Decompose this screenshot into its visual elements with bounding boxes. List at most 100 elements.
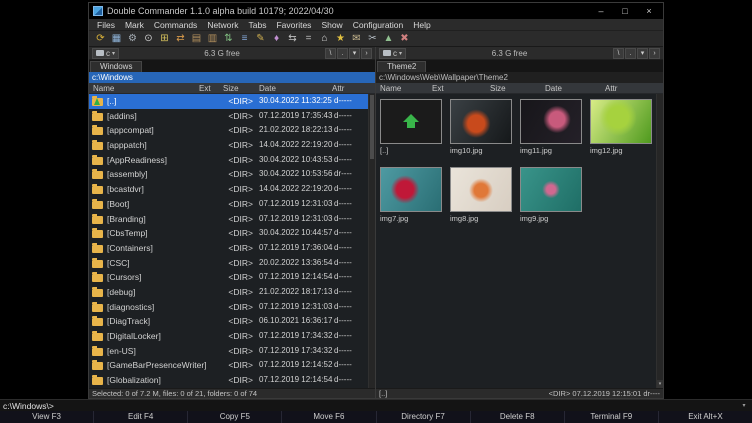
thumb-cell[interactable]: img9.jpg — [520, 167, 582, 223]
thumb-cell[interactable]: [..] — [380, 99, 442, 155]
right-drive-dropdown-button[interactable]: ▾ — [637, 48, 648, 59]
right-scrollbar[interactable]: ▾ — [656, 94, 663, 388]
thumb-cell[interactable]: img12.jpg — [590, 99, 652, 155]
copy-icon[interactable]: ⊞ — [157, 31, 172, 46]
file-row[interactable]: [Boot]<DIR>07.12.2019 12:31:03d----- — [89, 197, 375, 212]
run-terminal-icon[interactable]: ▦ — [109, 31, 124, 46]
image-thumbnail[interactable] — [450, 99, 512, 144]
fn-button-edit[interactable]: Edit F4 — [93, 411, 187, 423]
unpack-icon[interactable]: ▥ — [205, 31, 220, 46]
fn-button-view[interactable]: View F3 — [0, 411, 93, 423]
menu-item-files[interactable]: Files — [92, 19, 120, 31]
column-header-name[interactable]: Name — [380, 83, 401, 94]
file-row[interactable]: [DigitalLocker]<DIR>07.12.2019 17:34:32d… — [89, 329, 375, 344]
left-scrollbar-thumb[interactable] — [370, 95, 374, 159]
exit-icon[interactable]: ✖ — [397, 31, 412, 46]
thumb-cell[interactable]: img8.jpg — [450, 167, 512, 223]
home-icon[interactable]: ⌂ — [317, 31, 332, 46]
favorites-icon[interactable]: ★ — [333, 31, 348, 46]
file-row[interactable]: [addins]<DIR>07.12.2019 17:35:43d----- — [89, 109, 375, 124]
scroll-down-icon[interactable]: ▾ — [657, 380, 663, 388]
right-drive-combo[interactable]: c ▾ — [379, 48, 406, 59]
left-parent-dir-button[interactable]: . — [337, 48, 348, 59]
command-history-dropdown-icon[interactable]: ▾ — [739, 402, 749, 409]
left-scrollbar[interactable] — [368, 94, 375, 388]
left-drive-combo[interactable]: c ▾ — [92, 48, 119, 59]
column-header-attr[interactable]: Attr — [605, 83, 617, 94]
image-thumbnail[interactable] — [520, 99, 582, 144]
menu-item-network[interactable]: Network — [202, 19, 243, 31]
equal-panels-icon[interactable]: = — [301, 31, 316, 46]
fn-button-move[interactable]: Move F6 — [281, 411, 375, 423]
file-row[interactable]: [GameBarPresenceWriter]<DIR>07.12.2019 1… — [89, 358, 375, 373]
fn-button-delete[interactable]: Delete F8 — [470, 411, 564, 423]
thumb-cell[interactable]: img7.jpg — [380, 167, 442, 223]
menu-item-tabs[interactable]: Tabs — [244, 19, 272, 31]
menu-item-help[interactable]: Help — [408, 19, 435, 31]
cut-icon[interactable]: ✂ — [365, 31, 380, 46]
thumb-cell[interactable]: img10.jpg — [450, 99, 512, 155]
fn-button-copy[interactable]: Copy F5 — [187, 411, 281, 423]
search-icon[interactable]: ⊙ — [141, 31, 156, 46]
file-row[interactable]: [assembly]<DIR>30.04.2022 10:53:56dr---- — [89, 167, 375, 182]
image-thumbnail[interactable] — [380, 167, 442, 212]
file-row[interactable]: [CSC]<DIR>20.02.2022 13:36:54d----- — [89, 256, 375, 271]
column-header-name[interactable]: Name — [93, 83, 114, 94]
column-header-date[interactable]: Date — [545, 83, 562, 94]
minimize-button[interactable]: – — [591, 3, 611, 19]
right-history-button[interactable]: › — [649, 48, 660, 59]
file-row[interactable]: [CbsTemp]<DIR>30.04.2022 10:44:57d----- — [89, 226, 375, 241]
pack-icon[interactable]: ▤ — [189, 31, 204, 46]
move-icon[interactable]: ⇄ — [173, 31, 188, 46]
file-row[interactable]: [Containers]<DIR>07.12.2019 17:36:04d---… — [89, 241, 375, 256]
file-row[interactable]: [DiagTrack]<DIR>06.10.2021 16:36:17d----… — [89, 314, 375, 329]
image-thumbnail[interactable] — [590, 99, 652, 144]
image-thumbnail[interactable] — [450, 167, 512, 212]
left-drive-dropdown-button[interactable]: ▾ — [349, 48, 360, 59]
sync-dirs-icon[interactable]: ⇅ — [221, 31, 236, 46]
mail-icon[interactable]: ✉ — [349, 31, 364, 46]
menu-item-mark[interactable]: Mark — [120, 19, 149, 31]
menu-item-configuration[interactable]: Configuration — [348, 19, 409, 31]
column-header-ext[interactable]: Ext — [199, 83, 211, 94]
options-icon[interactable]: ⚙ — [125, 31, 140, 46]
file-row[interactable]: [..]<DIR>30.04.2022 11:32:25d----- — [89, 94, 375, 109]
right-root-dir-button[interactable]: \ — [613, 48, 624, 59]
maximize-button[interactable]: □ — [615, 3, 635, 19]
file-row[interactable]: [AppReadiness]<DIR>30.04.2022 10:43:53d-… — [89, 153, 375, 168]
left-history-button[interactable]: › — [361, 48, 372, 59]
right-path-bar[interactable]: c:\Windows\Web\Wallpaper\Theme2 — [376, 72, 663, 83]
command-line[interactable]: c:\Windows\> ▾ — [0, 399, 752, 411]
title-bar[interactable]: Double Commander 1.1.0 alpha build 10179… — [89, 3, 663, 19]
file-row[interactable]: [apppatch]<DIR>14.04.2022 22:19:20d----- — [89, 138, 375, 153]
column-header-date[interactable]: Date — [259, 83, 276, 94]
swap-panels-icon[interactable]: ⇆ — [285, 31, 300, 46]
menu-item-show[interactable]: Show — [316, 19, 347, 31]
file-row[interactable]: [debug]<DIR>21.02.2022 18:17:13d----- — [89, 285, 375, 300]
multi-rename-icon[interactable]: ✎ — [253, 31, 268, 46]
parent-dir-icon[interactable]: ▲ — [381, 31, 396, 46]
file-row[interactable]: [appcompat]<DIR>21.02.2022 18:22:13d----… — [89, 123, 375, 138]
fn-button-exit[interactable]: Exit Alt+X — [658, 411, 752, 423]
file-row[interactable]: [Branding]<DIR>07.12.2019 12:31:03d----- — [89, 212, 375, 227]
thumb-cell[interactable]: img11.jpg — [520, 99, 582, 155]
menu-item-commands[interactable]: Commands — [149, 19, 202, 31]
fn-button-terminal[interactable]: Terminal F9 — [564, 411, 658, 423]
refresh-icon[interactable]: ⟳ — [93, 31, 108, 46]
column-header-size[interactable]: Size — [490, 83, 506, 94]
tab-windows[interactable]: Windows — [90, 61, 142, 72]
close-button[interactable]: × — [639, 3, 659, 19]
file-row[interactable]: [Cursors]<DIR>07.12.2019 12:14:54d----- — [89, 270, 375, 285]
image-thumbnail[interactable] — [520, 167, 582, 212]
file-row[interactable]: [Globalization]<DIR>07.12.2019 12:14:54d… — [89, 373, 375, 388]
file-row[interactable]: [diagnostics]<DIR>07.12.2019 12:31:03d--… — [89, 300, 375, 315]
menu-item-favorites[interactable]: Favorites — [271, 19, 316, 31]
left-path-bar[interactable]: c:\Windows — [89, 72, 375, 83]
tab-theme2[interactable]: Theme2 — [377, 61, 426, 72]
properties-icon[interactable]: ♦ — [269, 31, 284, 46]
column-header-ext[interactable]: Ext — [432, 83, 444, 94]
right-parent-dir-button[interactable]: . — [625, 48, 636, 59]
left-root-dir-button[interactable]: \ — [325, 48, 336, 59]
column-header-size[interactable]: Size — [223, 83, 239, 94]
file-row[interactable]: [en-US]<DIR>07.12.2019 17:34:32d----- — [89, 344, 375, 359]
